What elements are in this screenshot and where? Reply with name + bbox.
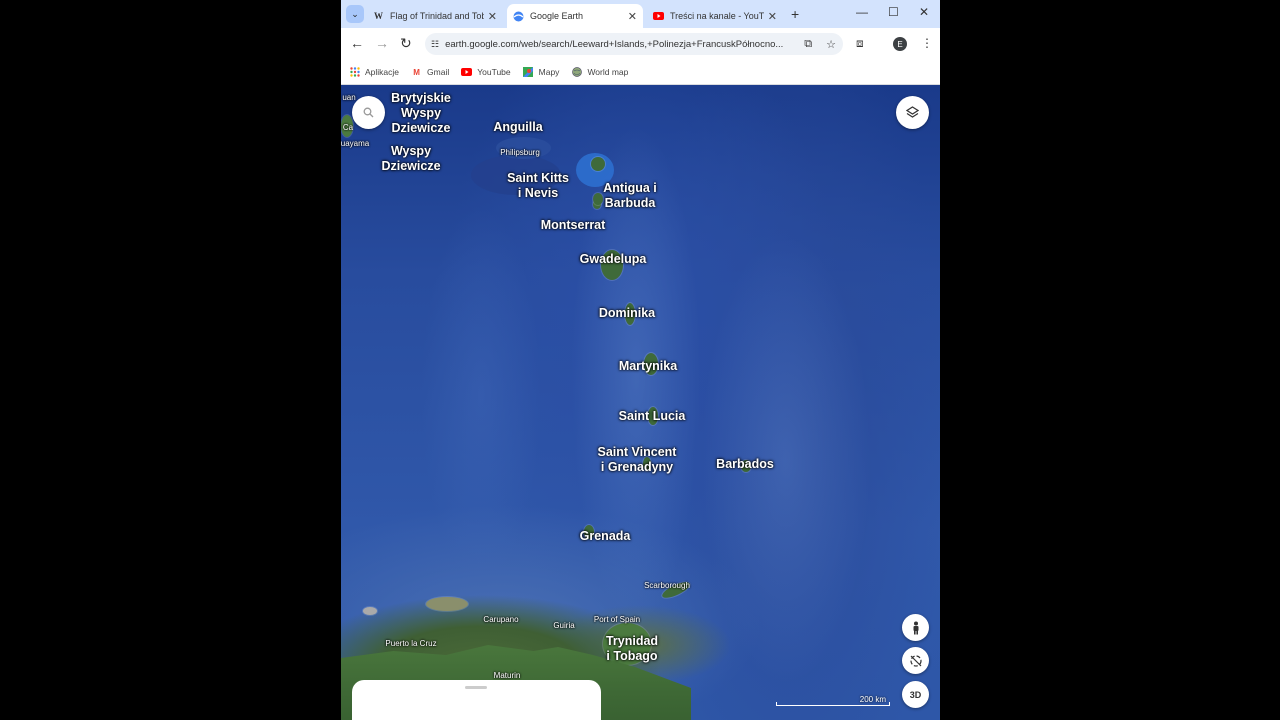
toggle-3d-button[interactable]: 3D — [902, 681, 929, 708]
new-tab-button[interactable]: + — [791, 6, 799, 22]
youtube-icon — [461, 67, 473, 78]
gmail-icon: M — [413, 67, 420, 77]
label-anguilla: Anguilla — [493, 120, 543, 134]
bookmark-label: Gmail — [427, 67, 450, 77]
tab-title: Google Earth — [530, 11, 584, 21]
bookmark-gmail[interactable]: M Gmail — [411, 67, 449, 78]
address-bar[interactable]: ☷ earth.google.com/web/search/Leeward+Is… — [425, 33, 843, 55]
bookmark-label: World map — [587, 67, 629, 77]
close-tab-icon[interactable]: ✕ — [628, 10, 637, 23]
label-saint-vincent-i-grenadyny: Saint Vincent i Grenadyny — [597, 445, 677, 474]
label-trynidad-i-tobago: Trynidad i Tobago — [605, 634, 659, 663]
minimize-icon[interactable]: — — [856, 5, 868, 19]
label-saint-lucia: Saint Lucia — [618, 409, 686, 423]
label-grenada: Grenada — [579, 529, 631, 543]
scale-bar: 200 km — [776, 695, 890, 706]
label-gwadelupa: Gwadelupa — [579, 252, 647, 266]
bookmark-youtube[interactable]: YouTube — [461, 67, 511, 78]
close-tab-icon[interactable]: ✕ — [488, 10, 497, 23]
bookmark-label: YouTube — [477, 67, 511, 77]
bookmark-label: Mapy — [538, 67, 560, 77]
maps-pin-icon — [523, 67, 534, 78]
earth-map-view[interactable]: Brytyjskie Wyspy Dziewicze Wyspy Dziewicze … — [341, 85, 940, 720]
label-brytyjskie-wyspy-dziewicze: Brytyjskie Wyspy Dziewicze — [391, 91, 451, 135]
label-martynika: Martynika — [618, 359, 678, 373]
island-tortuga — [363, 607, 377, 615]
close-window-icon[interactable]: ✕ — [919, 5, 929, 19]
label-dominika: Dominika — [598, 306, 656, 320]
browser-toolbar: ← → ↻ ☷ earth.google.com/web/search/Leew… — [341, 28, 940, 60]
compass-off-icon — [909, 654, 922, 667]
tab-search-button[interactable]: ⌄ — [346, 5, 364, 23]
label-montserrat: Montserrat — [540, 218, 606, 232]
label-carupano: Carupano — [483, 615, 519, 624]
bookmark-maps[interactable]: Mapy — [523, 67, 560, 78]
site-info-icon[interactable]: ☷ — [431, 39, 439, 50]
label-philipsburg: Philipsburg — [500, 148, 540, 157]
drag-handle[interactable] — [465, 686, 487, 689]
bookmark-world-map[interactable]: World map — [571, 67, 628, 78]
map-style-button[interactable] — [896, 96, 929, 129]
tab-google-earth[interactable]: Google Earth ✕ — [507, 4, 643, 28]
label-wyspy-dziewicze: Wyspy Dziewicze — [381, 144, 441, 173]
label-guiria: Guiria — [553, 621, 575, 630]
forward-icon[interactable]: → — [375, 35, 389, 51]
tab-title: Treści na kanale - YouTu — [670, 11, 764, 21]
apps-grid-icon — [349, 67, 360, 78]
bookmarks-bar: Aplikacje M Gmail YouTube Mapy World map — [341, 60, 940, 85]
bookmark-label: Aplikacje — [365, 67, 400, 77]
label-port-of-spain: Port of Spain — [593, 615, 641, 624]
pegman-button[interactable] — [902, 614, 929, 641]
menu-kebab-icon[interactable]: ⋮ — [921, 36, 933, 50]
youtube-icon — [653, 11, 664, 22]
bookmark-apps[interactable]: Aplikacje — [349, 67, 399, 78]
island-antigua — [591, 157, 605, 171]
browser-window: ⌄ W Flag of Trinidad and Tob ✕ Google Ea… — [341, 0, 940, 720]
label-edge-uan: uan — [342, 93, 356, 102]
label-saint-kitts-i-nevis: Saint Kitts i Nevis — [507, 171, 569, 200]
bookmark-star-icon[interactable]: ☆ — [826, 38, 836, 51]
label-puerto-la-cruz: Puerto la Cruz — [385, 639, 437, 648]
layers-icon — [906, 106, 919, 118]
globe-icon — [571, 67, 582, 78]
tab-youtube[interactable]: Treści na kanale - YouTu ✕ — [647, 4, 783, 28]
label-edge-uayama: uayama — [341, 139, 370, 148]
earth-icon — [513, 11, 524, 22]
url-text: earth.google.com/web/search/Leeward+Isla… — [445, 38, 784, 50]
chevron-down-icon: ⌄ — [351, 8, 359, 19]
maximize-icon[interactable]: ☐ — [888, 5, 899, 19]
reset-orientation-button[interactable] — [902, 647, 929, 674]
bottom-sheet-panel[interactable] — [352, 680, 601, 720]
search-button[interactable] — [352, 96, 385, 129]
aves-ridge — [421, 205, 541, 585]
label-scarborough: Scarborough — [644, 581, 690, 590]
label-antigua-i-barbuda: Antigua i Barbuda — [603, 181, 657, 210]
wikipedia-icon: W — [374, 11, 383, 21]
extensions-icon[interactable]: ⧈ — [856, 36, 864, 51]
install-app-icon[interactable]: ⧉ — [804, 38, 812, 51]
close-tab-icon[interactable]: ✕ — [768, 10, 777, 23]
label-maturin: Maturin — [493, 671, 521, 680]
profile-avatar[interactable]: E — [893, 37, 907, 51]
island-barbuda-small — [593, 193, 603, 205]
search-icon — [363, 107, 374, 118]
tab-bar: ⌄ W Flag of Trinidad and Tob ✕ Google Ea… — [341, 0, 940, 28]
pegman-icon — [913, 621, 918, 634]
label-barbados: Barbados — [716, 457, 774, 471]
tab-title: Flag of Trinidad and Tob — [390, 11, 484, 21]
island-margarita — [426, 597, 468, 611]
back-icon[interactable]: ← — [350, 35, 364, 51]
reload-icon[interactable]: ↻ — [400, 35, 412, 52]
tab-wikipedia[interactable]: W Flag of Trinidad and Tob ✕ — [367, 4, 503, 28]
label-edge-ca: Ca — [342, 123, 354, 132]
